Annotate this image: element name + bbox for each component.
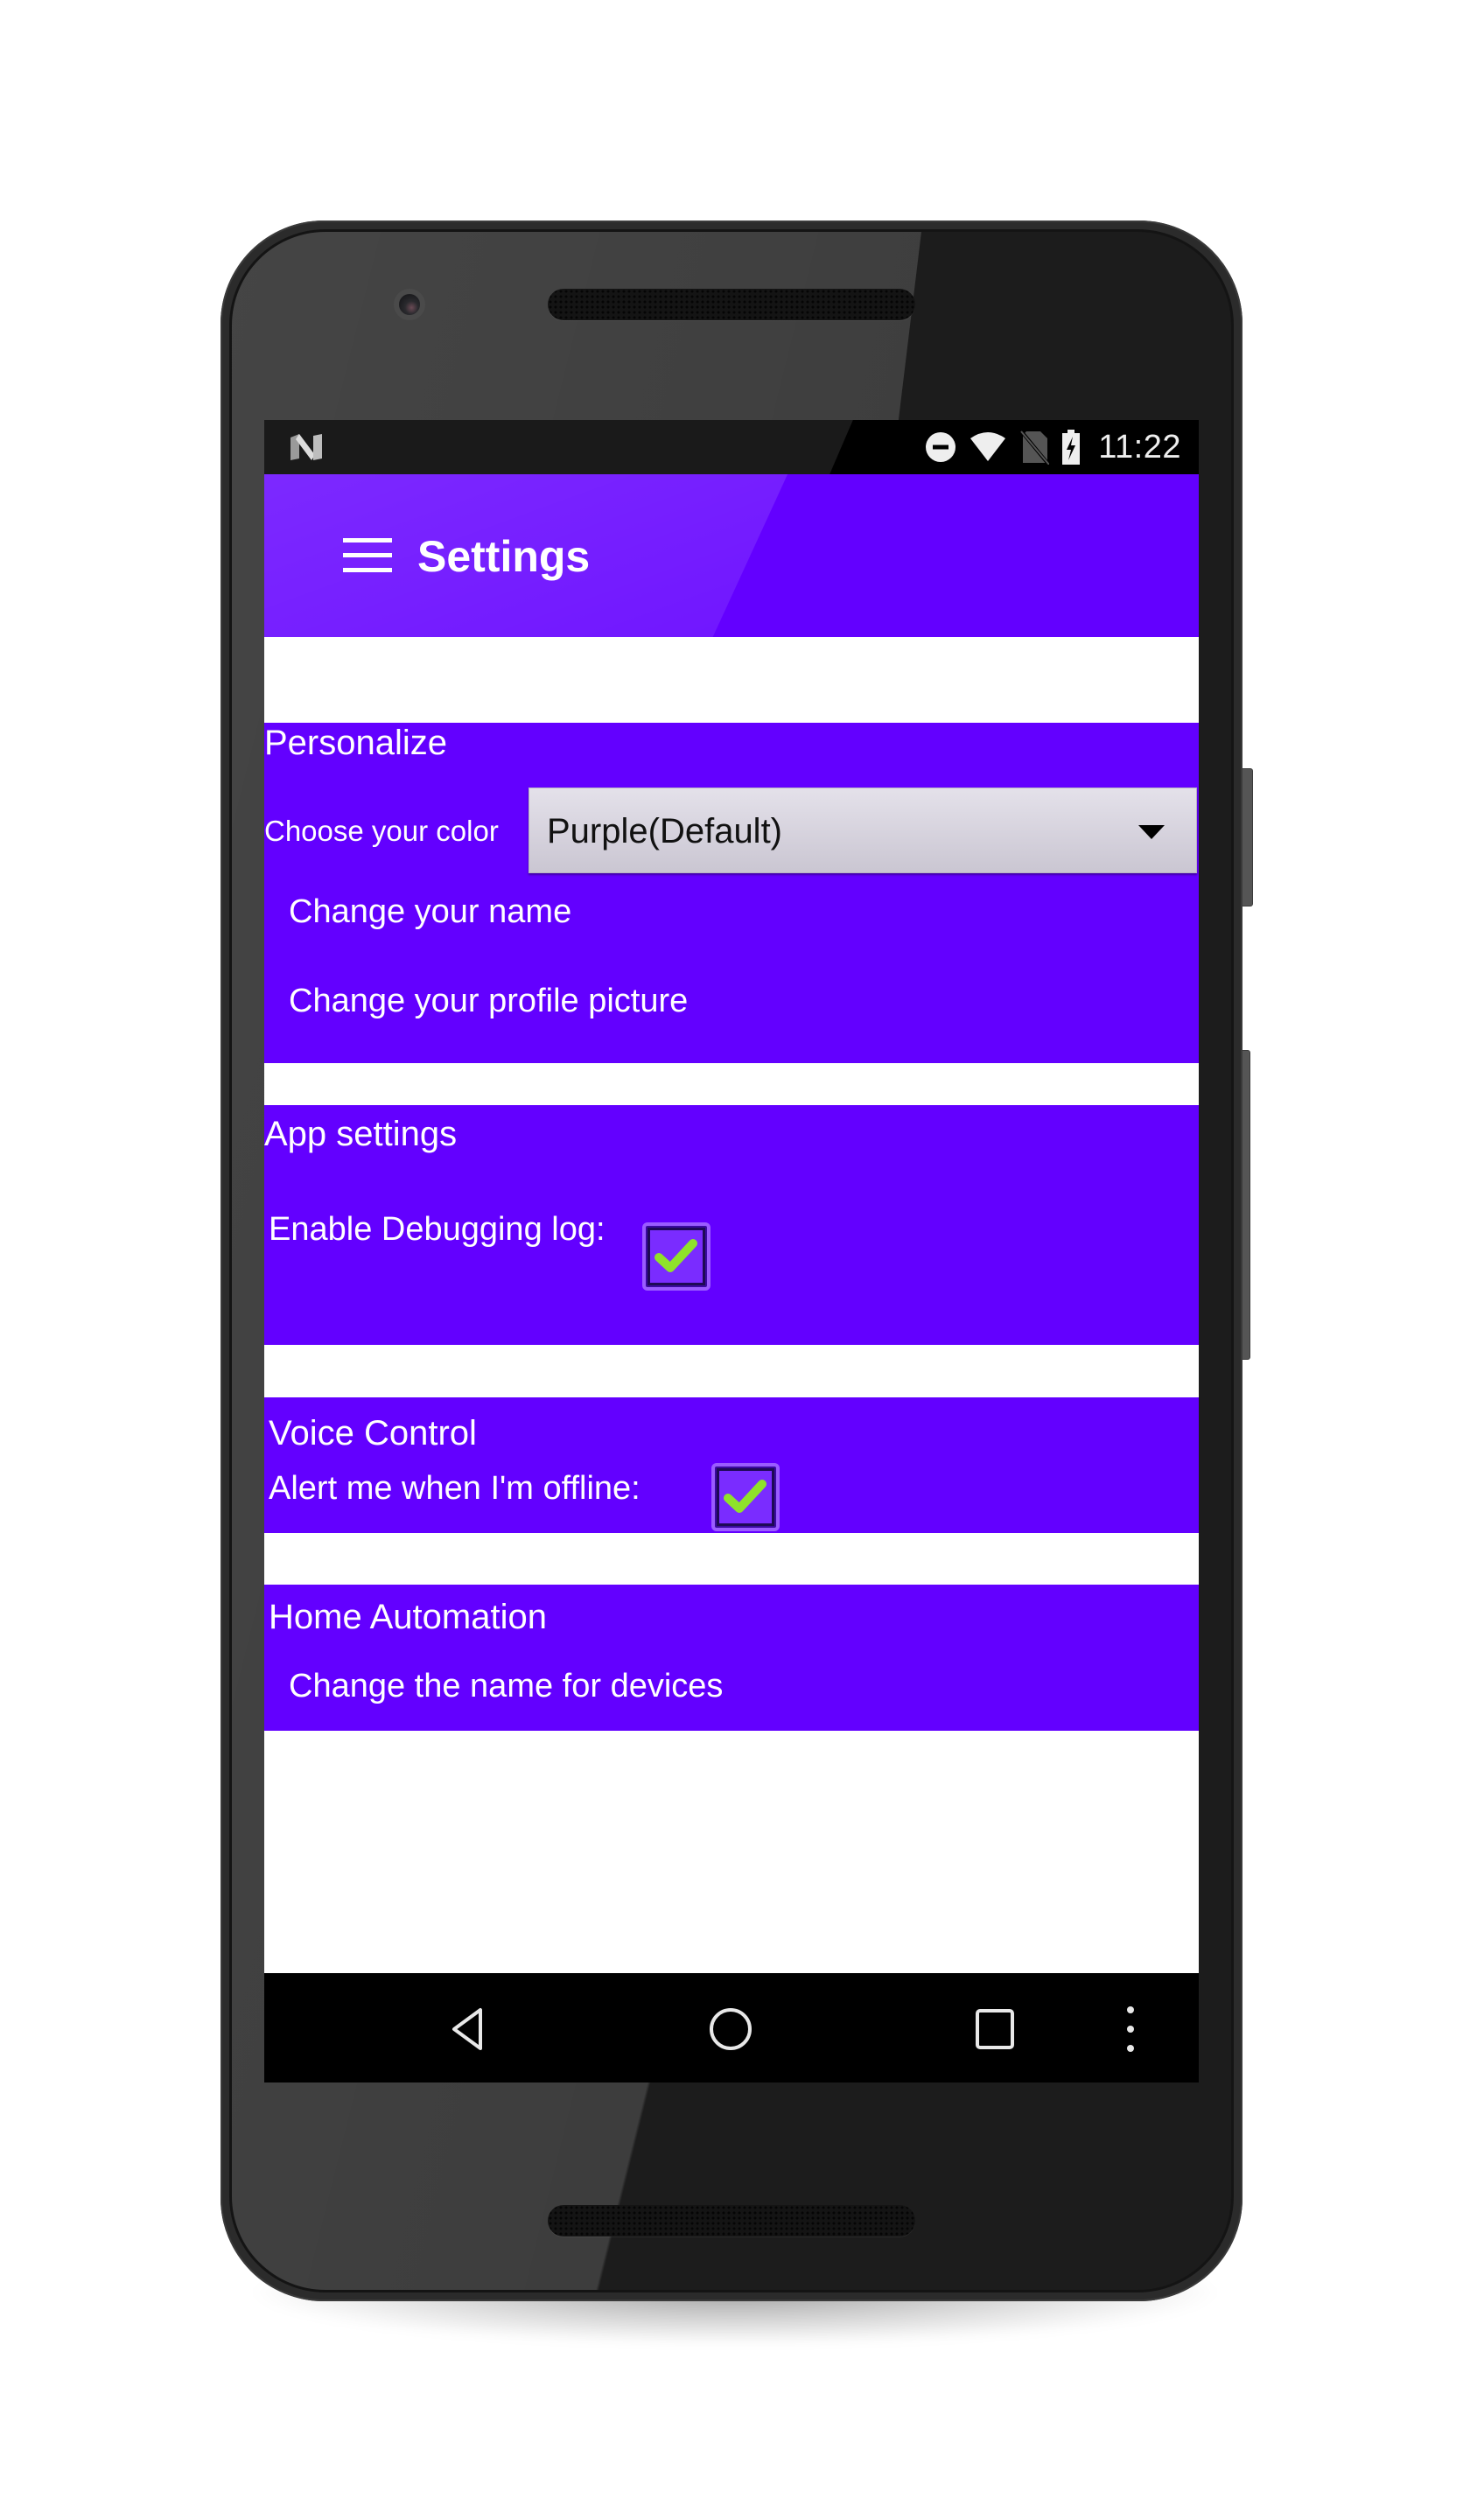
no-sim-icon bbox=[1020, 430, 1050, 465]
section-title: Personalize bbox=[264, 724, 448, 762]
hamburger-menu-icon[interactable] bbox=[343, 538, 392, 573]
status-time: 11:22 bbox=[1098, 428, 1181, 466]
navigation-bar bbox=[264, 1973, 1199, 2082]
status-icons: 11:22 bbox=[925, 420, 1181, 474]
offline-alert-label: Alert me when I'm offline: bbox=[269, 1470, 640, 1507]
wifi-icon bbox=[970, 432, 1006, 461]
change-name-item[interactable]: Change your name bbox=[289, 892, 571, 931]
debug-log-label: Enable Debugging log: bbox=[269, 1211, 606, 1248]
front-camera bbox=[399, 294, 420, 315]
dropdown-arrow-icon bbox=[1138, 825, 1165, 839]
section-app-settings: App settings Enable Debugging log: bbox=[264, 1105, 1199, 1345]
color-select[interactable]: Purple(Default) bbox=[528, 788, 1197, 873]
back-icon[interactable] bbox=[442, 2003, 494, 2055]
section-title: Voice Control bbox=[269, 1414, 477, 1452]
overflow-menu-icon[interactable] bbox=[1104, 2003, 1157, 2055]
section-title: App settings bbox=[264, 1115, 458, 1153]
change-device-names-item[interactable]: Change the name for devices bbox=[289, 1667, 723, 1705]
battery-charging-icon bbox=[1062, 430, 1081, 465]
checkmark-icon bbox=[654, 1239, 697, 1272]
change-profile-picture-item[interactable]: Change your profile picture bbox=[289, 982, 688, 1020]
bottom-speaker-grille bbox=[548, 2205, 915, 2236]
section-home-automation: Home Automation Change the name for devi… bbox=[264, 1585, 1199, 1731]
debug-log-checkbox[interactable] bbox=[642, 1222, 710, 1291]
color-select-value: Purple(Default) bbox=[547, 812, 783, 850]
power-button bbox=[1242, 768, 1253, 906]
device-screen: 11:22 Settings Personalize Choose your c… bbox=[264, 420, 1199, 2082]
choose-color-label: Choose your color bbox=[264, 815, 499, 847]
app-bar-glare bbox=[264, 474, 788, 637]
app-bar: Settings bbox=[264, 474, 1199, 637]
section-voice-control: Voice Control Alert me when I'm offline: bbox=[264, 1397, 1199, 1533]
checkmark-icon bbox=[724, 1480, 766, 1513]
status-bar: 11:22 bbox=[264, 420, 1199, 474]
section-title: Home Automation bbox=[269, 1598, 547, 1636]
top-speaker-grille bbox=[548, 289, 915, 320]
section-personalize: Personalize Choose your color Purple(Def… bbox=[264, 723, 1199, 1063]
android-n-logo-icon bbox=[290, 434, 322, 460]
do-not-disturb-icon bbox=[926, 432, 956, 462]
recents-icon[interactable] bbox=[969, 2003, 1021, 2055]
offline-alert-checkbox[interactable] bbox=[711, 1463, 780, 1531]
volume-rocker bbox=[1242, 1050, 1250, 1360]
page-title: Settings bbox=[417, 532, 591, 581]
home-icon[interactable] bbox=[704, 2003, 757, 2055]
